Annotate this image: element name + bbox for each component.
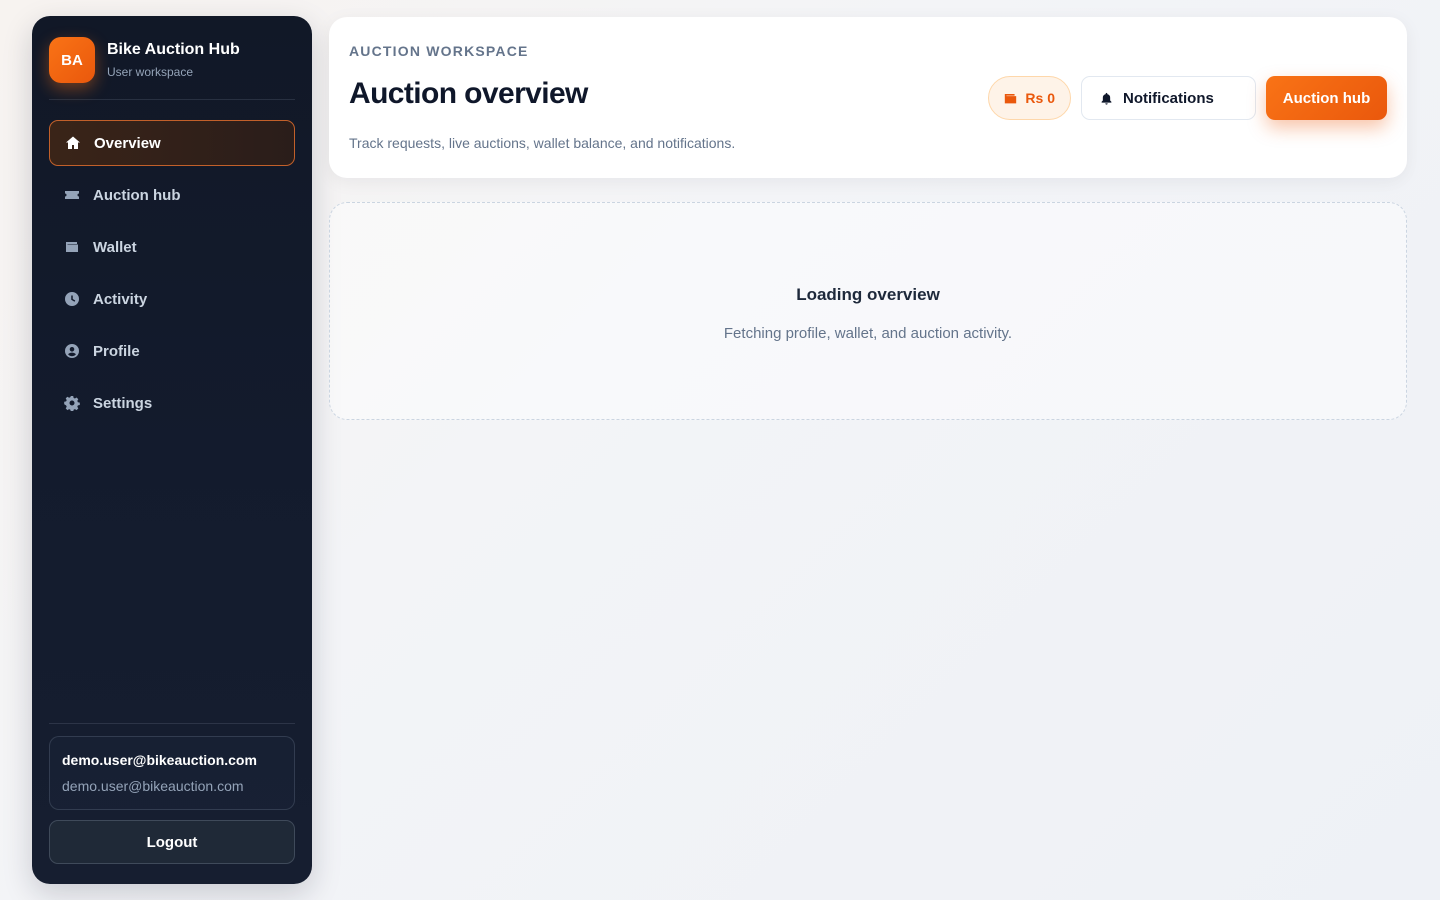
- page-description: Track requests, live auctions, wallet ba…: [349, 135, 736, 151]
- sidebar-item-label: Auction hub: [93, 186, 181, 204]
- loading-subtitle: Fetching profile, wallet, and auction ac…: [723, 325, 1013, 342]
- sidebar-item-profile[interactable]: Profile: [49, 328, 295, 374]
- eyebrow: AUCTION WORKSPACE: [349, 43, 529, 59]
- wallet-balance-chip[interactable]: Rs 0: [988, 76, 1071, 120]
- logout-button[interactable]: Logout: [49, 820, 295, 864]
- brand-subtitle: User workspace: [107, 65, 194, 79]
- user-card: demo.user@bikeauction.com demo.user@bike…: [49, 736, 295, 810]
- sidebar-item-label: Wallet: [93, 238, 137, 256]
- bell-icon: [1101, 92, 1112, 105]
- wallet-balance: Rs 0: [1025, 90, 1055, 106]
- loading-title: Loading overview: [796, 285, 940, 304]
- wallet-icon: [1005, 93, 1017, 103]
- wallet-icon: [63, 238, 81, 256]
- clock-icon: [63, 290, 81, 308]
- sidebar-nav: Overview Auction hub Wallet Activity Pro…: [49, 120, 295, 426]
- notifications-button[interactable]: Notifications: [1081, 76, 1256, 120]
- sidebar-item-label: Settings: [93, 394, 153, 412]
- home-icon: [64, 134, 82, 152]
- sidebar-item-auction-hub[interactable]: Auction hub: [49, 172, 295, 218]
- notifications-label: Notifications: [1123, 89, 1214, 107]
- sidebar: BA Bike Auction Hub User workspace Overv…: [32, 16, 312, 884]
- gear-icon: [63, 394, 81, 412]
- sidebar-item-overview[interactable]: Overview: [49, 120, 295, 166]
- sidebar-item-label: Overview: [94, 134, 161, 152]
- user-circle-icon: [63, 342, 81, 360]
- user-email: demo.user@bikeauction.com: [62, 778, 244, 794]
- brand-logo: BA: [49, 37, 95, 83]
- sidebar-divider: [49, 723, 295, 724]
- brand-title: Bike Auction Hub: [107, 41, 240, 58]
- header-actions: Rs 0 Notifications Auction hub: [988, 76, 1387, 120]
- loading-panel: Loading overview Fetching profile, walle…: [329, 202, 1407, 420]
- ticket-icon: [63, 186, 81, 204]
- sidebar-item-label: Activity: [93, 290, 148, 308]
- user-name: demo.user@bikeauction.com: [62, 752, 257, 768]
- sidebar-item-label: Profile: [93, 342, 140, 360]
- sidebar-item-wallet[interactable]: Wallet: [49, 224, 295, 270]
- sidebar-item-activity[interactable]: Activity: [49, 276, 295, 322]
- header-card: AUCTION WORKSPACE Auction overview Track…: [329, 17, 1407, 178]
- auction-hub-button[interactable]: Auction hub: [1266, 76, 1387, 120]
- sidebar-item-settings[interactable]: Settings: [49, 380, 295, 426]
- sidebar-divider: [49, 99, 295, 100]
- brand[interactable]: BA Bike Auction Hub User workspace: [49, 36, 295, 84]
